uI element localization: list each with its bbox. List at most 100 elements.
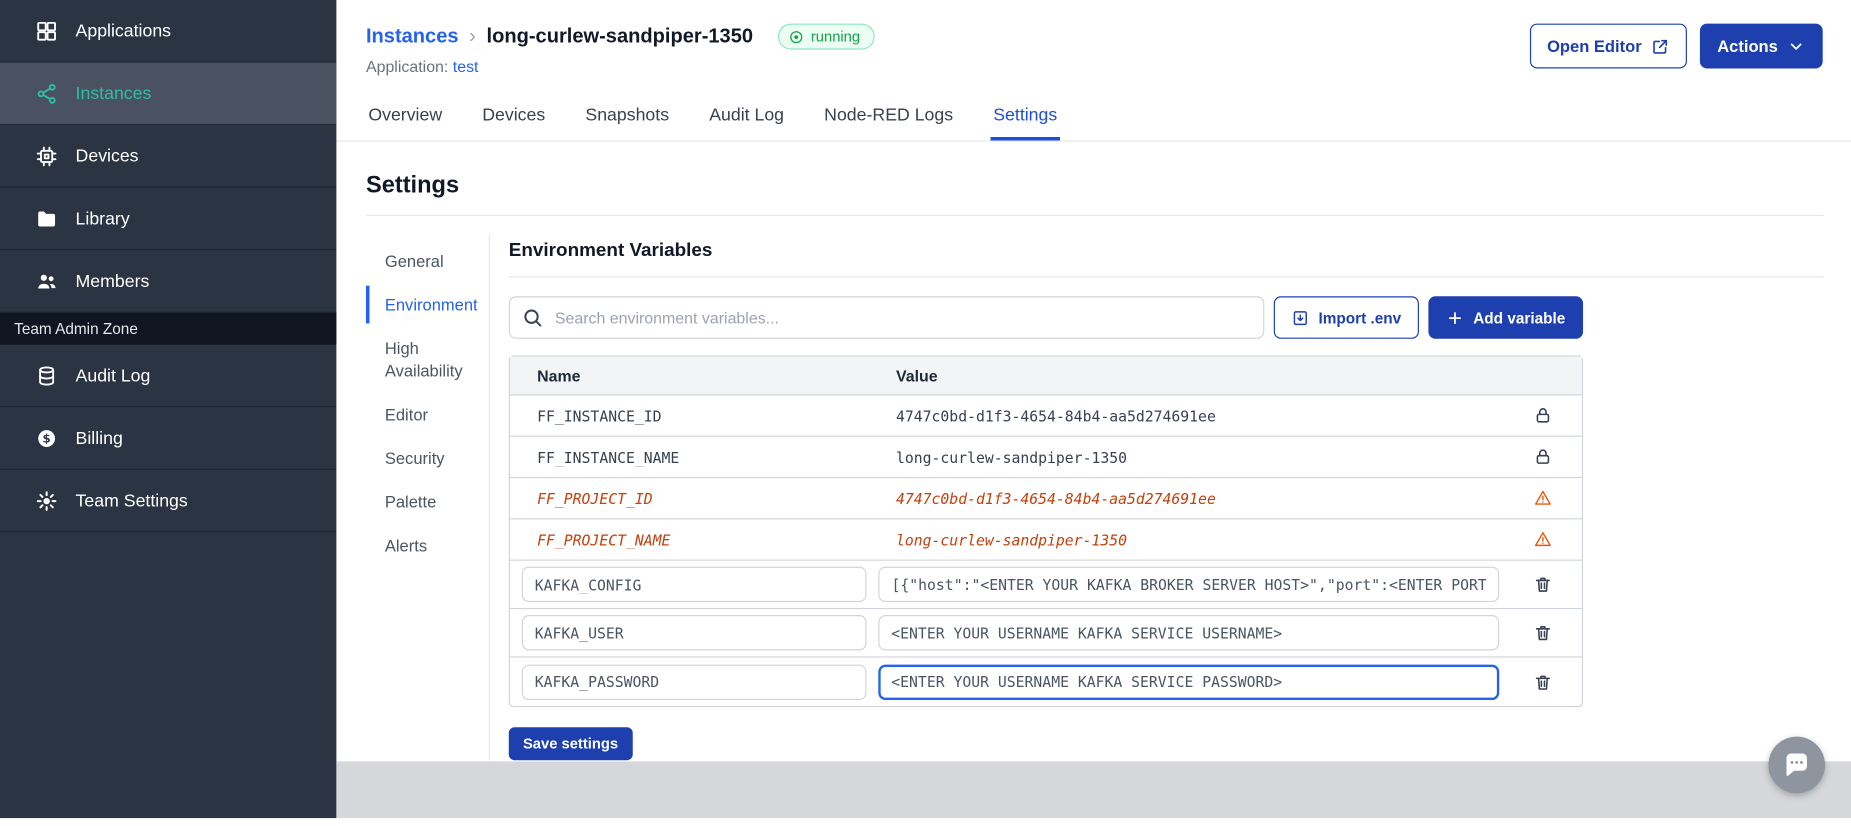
sidebar-item-members[interactable]: Members: [0, 250, 337, 313]
status-badge: running: [777, 23, 875, 50]
sidebar-item-label: Audit Log: [75, 365, 151, 386]
env-var-value-input-focused[interactable]: [878, 664, 1500, 700]
settings-nav-general[interactable]: General: [366, 242, 489, 280]
sidebar-item-label: Library: [75, 208, 130, 229]
instance-name: long-curlew-sandpiper-1350: [486, 24, 754, 48]
delete-variable-button[interactable]: [1531, 670, 1555, 694]
applications-icon: [35, 19, 57, 41]
instance-tabs: Overview Devices Snapshots Audit Log Nod…: [336, 93, 1851, 142]
plus-icon: [1446, 309, 1464, 327]
external-link-icon: [1651, 37, 1669, 55]
table-row: [509, 609, 1582, 658]
breadcrumb-separator: ›: [469, 24, 476, 48]
devices-icon: [35, 145, 57, 167]
warning-icon: [1533, 489, 1552, 508]
sidebar-item-label: Members: [75, 270, 150, 291]
env-var-value: 4747c0bd-d1f3-4654-84b4-aa5d274691ee: [895, 406, 1216, 425]
team-admin-zone-label: Team Admin Zone: [0, 312, 337, 345]
divider: [508, 276, 1824, 278]
status-badge-label: running: [810, 28, 861, 45]
env-var-name: FF_INSTANCE_ID: [537, 406, 662, 425]
column-header-value: Value: [895, 366, 938, 385]
audit-log-icon: [35, 364, 57, 386]
table-header-row: Name Value: [509, 356, 1582, 396]
env-var-value: 4747c0bd-d1f3-4654-84b4-aa5d274691ee: [895, 489, 1216, 508]
page-title: Settings: [365, 172, 460, 199]
settings-nav: General Environment High Availability Ed…: [365, 234, 490, 761]
svg-text:$: $: [43, 431, 51, 445]
import-env-button[interactable]: Import .env: [1273, 296, 1419, 339]
actions-button[interactable]: Actions: [1699, 23, 1823, 69]
env-var-value: long-curlew-sandpiper-1350: [895, 447, 1127, 466]
sidebar-item-label: Devices: [75, 145, 139, 166]
env-variables-table: Name Value FF_INSTANCE_ID 4747c0bd-d1f3-…: [508, 355, 1584, 708]
library-icon: [35, 207, 57, 229]
sidebar-item-library[interactable]: Library: [0, 188, 337, 251]
sidebar-item-devices[interactable]: Devices: [0, 125, 337, 188]
tab-settings[interactable]: Settings: [991, 93, 1060, 140]
sidebar-item-label: Team Settings: [75, 490, 188, 511]
footer-band: [336, 761, 1851, 819]
open-editor-button[interactable]: Open Editor: [1529, 23, 1687, 69]
environment-panel: Environment Variables Search environment…: [490, 235, 1824, 761]
chat-icon: [1781, 750, 1812, 781]
tab-audit-log[interactable]: Audit Log: [707, 93, 787, 140]
application-label: Application:: [365, 57, 449, 76]
env-var-name: FF_PROJECT_ID: [537, 489, 653, 508]
sidebar-item-label: Applications: [75, 20, 172, 41]
settings-nav-environment[interactable]: Environment: [365, 285, 489, 324]
sidebar-item-applications[interactable]: Applications: [0, 0, 337, 63]
warning-icon: [1533, 530, 1552, 549]
sidebar-item-instances[interactable]: Instances: [0, 62, 337, 126]
running-status-icon: [788, 29, 803, 44]
settings-nav-alerts[interactable]: Alerts: [366, 527, 489, 565]
page: Applications Instances Devices Library M…: [0, 0, 1851, 826]
table-row: FF_INSTANCE_NAME long-curlew-sandpiper-1…: [509, 437, 1582, 479]
env-var-name: FF_INSTANCE_NAME: [537, 447, 680, 466]
delete-variable-button[interactable]: [1531, 573, 1555, 597]
lock-icon: [1533, 406, 1552, 425]
env-var-name-input[interactable]: [521, 615, 867, 651]
billing-icon: $: [35, 427, 57, 449]
settings-nav-editor[interactable]: Editor: [366, 395, 489, 433]
sidebar-item-team-settings[interactable]: Team Settings: [0, 470, 337, 533]
table-row: FF_PROJECT_ID 4747c0bd-d1f3-4654-84b4-aa…: [509, 478, 1582, 520]
header-buttons: Open Editor Actions: [1529, 23, 1823, 69]
gear-icon: [35, 489, 57, 511]
import-env-label: Import .env: [1318, 308, 1402, 327]
env-var-value: long-curlew-sandpiper-1350: [895, 530, 1127, 549]
sidebar-item-label: Instances: [75, 83, 152, 104]
env-var-value-input[interactable]: [878, 566, 1500, 603]
add-variable-button[interactable]: Add variable: [1428, 296, 1584, 339]
env-var-value-input[interactable]: [878, 615, 1500, 651]
table-row: [510, 658, 1582, 706]
settings-nav-high-availability[interactable]: High Availability: [366, 330, 489, 389]
env-var-name-input[interactable]: [521, 664, 867, 700]
tab-devices[interactable]: Devices: [480, 93, 548, 140]
settings-nav-palette[interactable]: Palette: [366, 483, 489, 521]
search-input[interactable]: [508, 296, 1265, 339]
delete-variable-button[interactable]: [1531, 621, 1555, 645]
main-content: Instances › long-curlew-sandpiper-1350 r…: [336, 0, 1851, 819]
env-var-name: FF_PROJECT_NAME: [537, 530, 671, 549]
open-editor-label: Open Editor: [1547, 36, 1642, 56]
breadcrumb-instances-link[interactable]: Instances: [366, 25, 459, 49]
search-icon: [522, 307, 543, 334]
tab-snapshots[interactable]: Snapshots: [583, 93, 671, 140]
section-title: Environment Variables: [508, 240, 713, 261]
sidebar-item-billing[interactable]: $ Billing: [0, 407, 337, 470]
chat-widget-button[interactable]: [1768, 736, 1826, 794]
sidebar-item-label: Billing: [75, 427, 123, 448]
tab-node-red-logs[interactable]: Node-RED Logs: [822, 93, 956, 140]
settings-nav-security[interactable]: Security: [366, 439, 489, 477]
table-row: [509, 561, 1582, 610]
save-settings-button[interactable]: Save settings: [508, 727, 633, 761]
tab-overview[interactable]: Overview: [366, 93, 445, 140]
import-icon: [1291, 309, 1309, 327]
members-icon: [35, 270, 57, 292]
sidebar-item-audit-log[interactable]: Audit Log: [0, 345, 337, 408]
env-toolbar: Import .env Add variable: [508, 296, 1584, 339]
sidebar: Applications Instances Devices Library M…: [0, 0, 337, 819]
env-var-name-input[interactable]: [521, 566, 867, 603]
application-link[interactable]: test: [453, 58, 479, 76]
